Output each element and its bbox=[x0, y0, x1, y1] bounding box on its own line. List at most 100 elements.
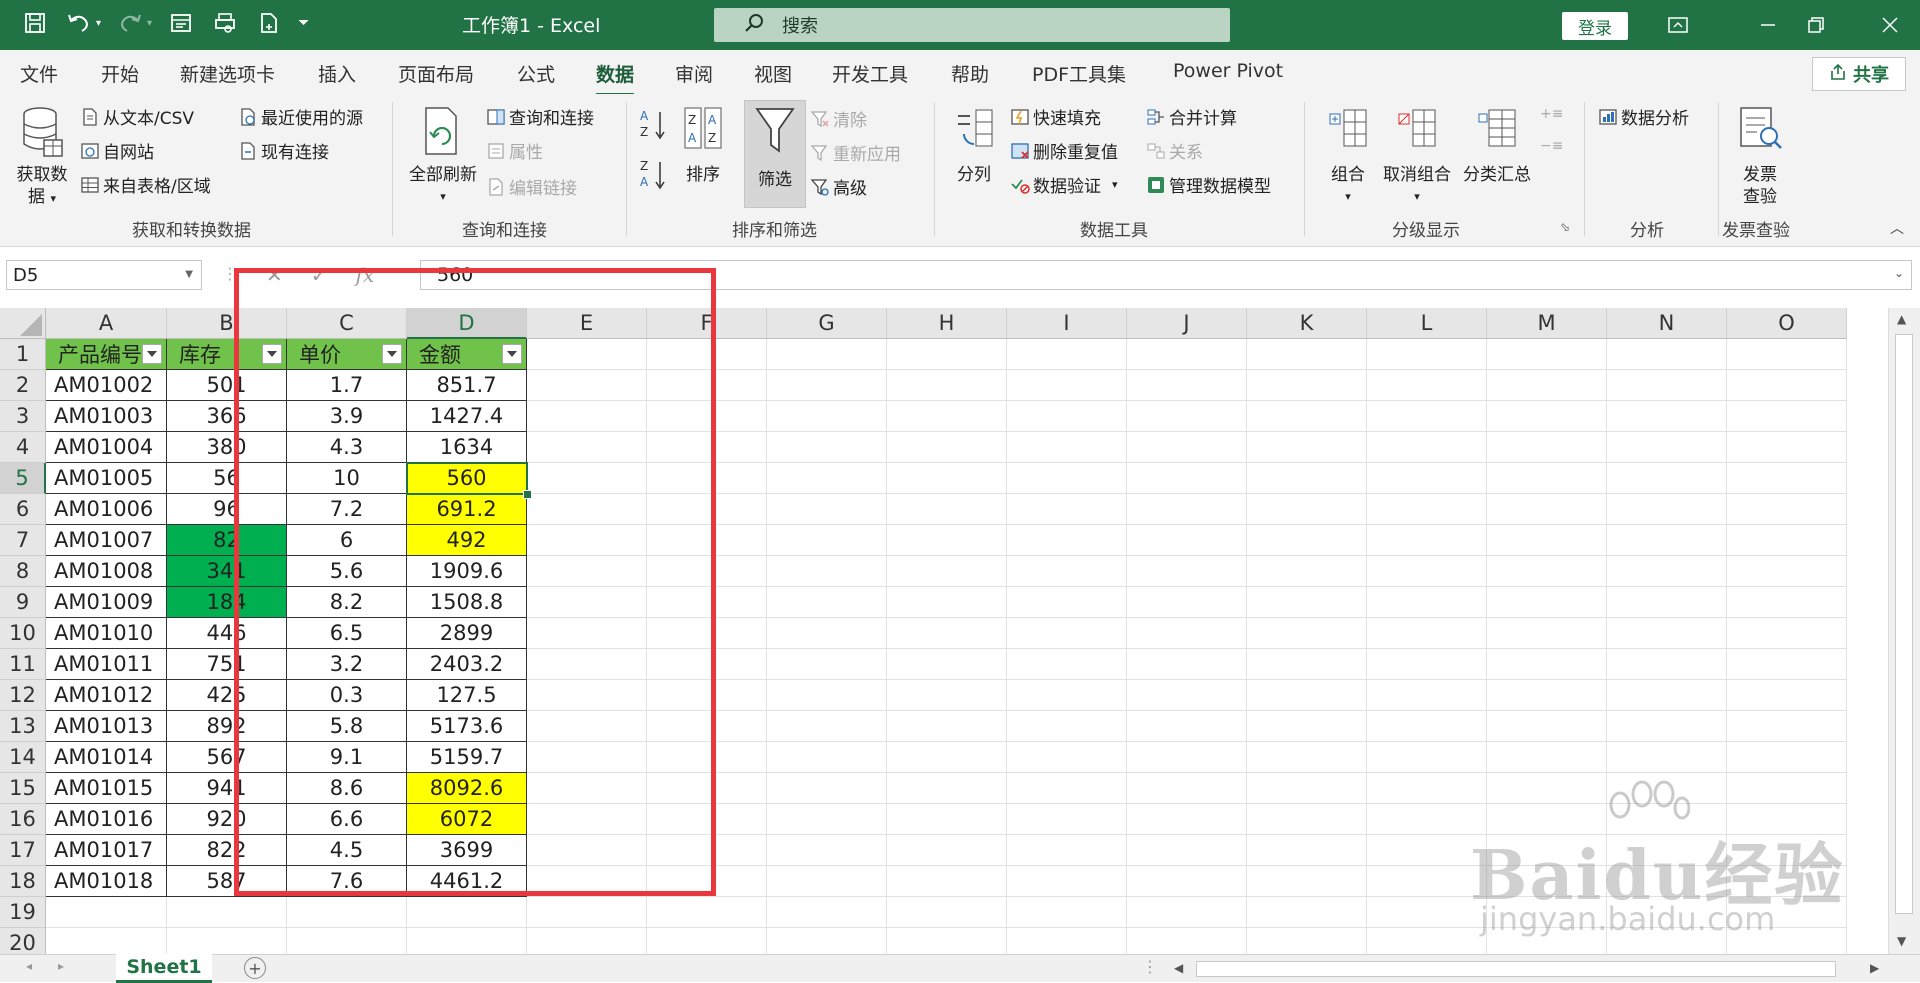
cell[interactable] bbox=[1247, 463, 1367, 494]
row-header[interactable]: 12 bbox=[0, 680, 46, 711]
manage-data-model-button[interactable]: 管理数据模型 bbox=[1146, 172, 1271, 197]
row-header[interactable]: 7 bbox=[0, 525, 46, 556]
cell[interactable] bbox=[1487, 432, 1607, 463]
cell[interactable] bbox=[1727, 711, 1847, 742]
row-header[interactable]: 5 bbox=[0, 463, 46, 494]
price-cell[interactable]: 8.2 bbox=[287, 587, 407, 618]
table-header-cell[interactable]: 单价 bbox=[287, 339, 407, 370]
product-id-cell[interactable]: AM01005 bbox=[46, 463, 167, 494]
cell[interactable] bbox=[1607, 556, 1727, 587]
price-cell[interactable]: 1.7 bbox=[287, 370, 407, 401]
cell[interactable] bbox=[1607, 587, 1727, 618]
form-icon[interactable] bbox=[166, 8, 196, 38]
column-header-k[interactable]: K bbox=[1247, 308, 1367, 339]
cell[interactable] bbox=[1367, 587, 1487, 618]
cell[interactable] bbox=[527, 463, 647, 494]
sheet-split-grip-icon[interactable]: ⋮ bbox=[1142, 957, 1158, 976]
cell[interactable] bbox=[1007, 432, 1127, 463]
cell[interactable] bbox=[1487, 649, 1607, 680]
cell[interactable] bbox=[1367, 804, 1487, 835]
document-icon[interactable] bbox=[254, 8, 284, 38]
product-id-cell[interactable]: AM01013 bbox=[46, 711, 167, 742]
existing-connections-button[interactable]: 现有连接 bbox=[238, 138, 329, 163]
amount-cell[interactable]: 492 bbox=[407, 525, 527, 556]
cell[interactable] bbox=[527, 711, 647, 742]
cell[interactable] bbox=[527, 835, 647, 866]
cell[interactable] bbox=[1007, 835, 1127, 866]
cell[interactable] bbox=[647, 680, 767, 711]
row-header[interactable]: 9 bbox=[0, 587, 46, 618]
cell[interactable] bbox=[1367, 773, 1487, 804]
row-header[interactable]: 8 bbox=[0, 556, 46, 587]
cell[interactable] bbox=[767, 587, 887, 618]
cell[interactable] bbox=[1727, 494, 1847, 525]
cell[interactable] bbox=[1247, 587, 1367, 618]
cell[interactable] bbox=[1367, 339, 1487, 370]
tab-insert[interactable]: 插入 bbox=[318, 60, 356, 87]
cell[interactable] bbox=[527, 618, 647, 649]
cell[interactable] bbox=[1127, 773, 1247, 804]
cell[interactable] bbox=[1127, 401, 1247, 432]
filter-dropdown-icon[interactable] bbox=[142, 344, 162, 364]
cell[interactable] bbox=[887, 804, 1007, 835]
worksheet-grid[interactable]: A B C D E F G H I J K L M N O 1 2 3 4 5 6 7 8 9 10 11 12 13 14 15 16 17… bbox=[0, 308, 1888, 954]
column-header-f[interactable]: F bbox=[647, 308, 767, 339]
filter-button[interactable]: 筛选 bbox=[744, 100, 806, 208]
tab-help[interactable]: 帮助 bbox=[951, 60, 989, 87]
cell[interactable] bbox=[1727, 680, 1847, 711]
sort-descending-icon[interactable]: ZA bbox=[640, 158, 668, 196]
cell[interactable] bbox=[1487, 494, 1607, 525]
stock-cell[interactable]: 341 bbox=[167, 556, 287, 587]
cell[interactable] bbox=[167, 897, 287, 928]
cell[interactable] bbox=[1607, 897, 1727, 928]
cell[interactable] bbox=[1247, 432, 1367, 463]
cell[interactable] bbox=[1487, 680, 1607, 711]
scroll-up-icon[interactable]: ▲ bbox=[1897, 312, 1906, 326]
cell[interactable] bbox=[1607, 463, 1727, 494]
cell[interactable] bbox=[527, 494, 647, 525]
share-button[interactable]: 共享 bbox=[1812, 57, 1906, 91]
column-header-b[interactable]: B bbox=[167, 308, 287, 339]
cell[interactable] bbox=[527, 401, 647, 432]
cell[interactable] bbox=[1607, 680, 1727, 711]
cell[interactable] bbox=[887, 711, 1007, 742]
amount-cell[interactable]: 127.5 bbox=[407, 680, 527, 711]
cell[interactable] bbox=[1727, 556, 1847, 587]
cell[interactable] bbox=[1367, 525, 1487, 556]
cell[interactable] bbox=[1247, 649, 1367, 680]
cell[interactable] bbox=[1127, 432, 1247, 463]
cell[interactable] bbox=[1127, 587, 1247, 618]
cell[interactable] bbox=[1127, 463, 1247, 494]
cell[interactable] bbox=[1127, 618, 1247, 649]
customize-qat-icon[interactable]: ⏷ bbox=[298, 15, 309, 31]
cell[interactable] bbox=[1367, 463, 1487, 494]
product-id-cell[interactable]: AM01015 bbox=[46, 773, 167, 804]
cell[interactable] bbox=[1127, 897, 1247, 928]
cell[interactable] bbox=[887, 928, 1007, 954]
filter-dropdown-icon[interactable] bbox=[502, 344, 522, 364]
cell[interactable] bbox=[767, 525, 887, 556]
amount-cell[interactable]: 2403.2 bbox=[407, 649, 527, 680]
add-sheet-icon[interactable]: + bbox=[244, 957, 266, 979]
vertical-scrollbar[interactable]: ▲ ▼ bbox=[1888, 308, 1920, 954]
column-header-l[interactable]: L bbox=[1367, 308, 1487, 339]
cell[interactable] bbox=[1487, 339, 1607, 370]
cell[interactable] bbox=[767, 432, 887, 463]
search-input[interactable]: 搜索 bbox=[714, 8, 1230, 42]
cell[interactable] bbox=[1607, 711, 1727, 742]
refresh-all-button[interactable]: 全部刷新 ▾ bbox=[404, 104, 482, 208]
product-id-cell[interactable]: AM01014 bbox=[46, 742, 167, 773]
cell[interactable] bbox=[1127, 370, 1247, 401]
amount-cell[interactable]: 560 bbox=[407, 463, 527, 494]
cell[interactable] bbox=[887, 835, 1007, 866]
cell[interactable] bbox=[46, 928, 167, 954]
row-header[interactable]: 17 bbox=[0, 835, 46, 866]
price-cell[interactable]: 6 bbox=[287, 525, 407, 556]
product-id-cell[interactable]: AM01007 bbox=[46, 525, 167, 556]
filter-dropdown-icon[interactable] bbox=[382, 344, 402, 364]
cell[interactable] bbox=[647, 928, 767, 954]
cell[interactable] bbox=[527, 525, 647, 556]
cell[interactable] bbox=[647, 742, 767, 773]
price-cell[interactable]: 10 bbox=[287, 463, 407, 494]
price-cell[interactable]: 3.2 bbox=[287, 649, 407, 680]
